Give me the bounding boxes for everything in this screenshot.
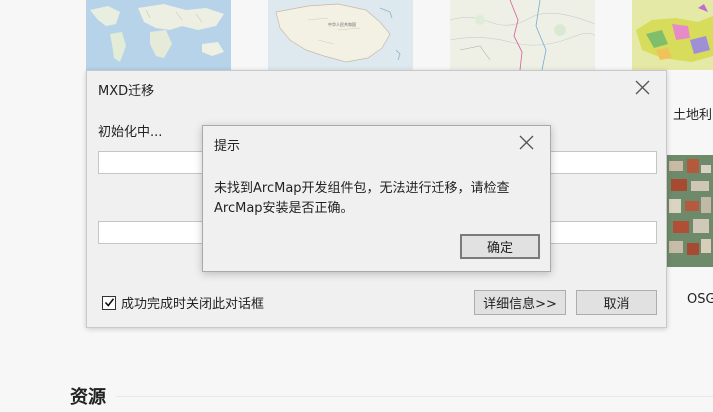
section-divider	[116, 396, 713, 397]
cancel-button[interactable]: 取消	[576, 290, 657, 315]
close-on-complete-checkbox[interactable]: 成功完成时关闭此对话框	[102, 293, 264, 312]
osgb-model-label: OSG	[687, 292, 713, 307]
status-text: 初始化中...	[98, 125, 163, 140]
china-map-text: 中华人民共和国	[328, 21, 356, 27]
dialog-close-button[interactable]	[630, 78, 654, 100]
section-title: 资源	[70, 387, 106, 408]
details-button[interactable]: 详细信息>>	[474, 290, 566, 315]
dialog-title: MXD迁移	[98, 84, 155, 99]
close-icon	[635, 80, 650, 99]
checkbox-label: 成功完成时关闭此对话框	[121, 297, 265, 312]
landuse-map-label: 土地利	[673, 108, 713, 123]
alert-message-box: 提示 未找到ArcMap开发组件包，无法进行迁移，请检查ArcMap安装是否正确…	[202, 125, 551, 272]
china-map-thumbnail[interactable]: 中华人民共和国	[268, 0, 413, 70]
message-text: 未找到ArcMap开发组件包，无法进行迁移，请检查ArcMap安装是否正确。	[214, 181, 510, 216]
terrain-map-thumbnail[interactable]	[450, 0, 595, 70]
message-box-title: 提示	[214, 139, 241, 154]
checkbox-box[interactable]	[102, 295, 116, 310]
world-map-thumbnail[interactable]	[86, 0, 231, 70]
checkmark-icon	[104, 298, 114, 307]
close-icon	[519, 135, 534, 154]
message-box-close-button[interactable]	[514, 133, 538, 155]
osgb-model-thumbnail[interactable]	[667, 155, 713, 267]
ok-button[interactable]: 确定	[460, 234, 540, 259]
landuse-map-thumbnail[interactable]	[632, 0, 713, 70]
